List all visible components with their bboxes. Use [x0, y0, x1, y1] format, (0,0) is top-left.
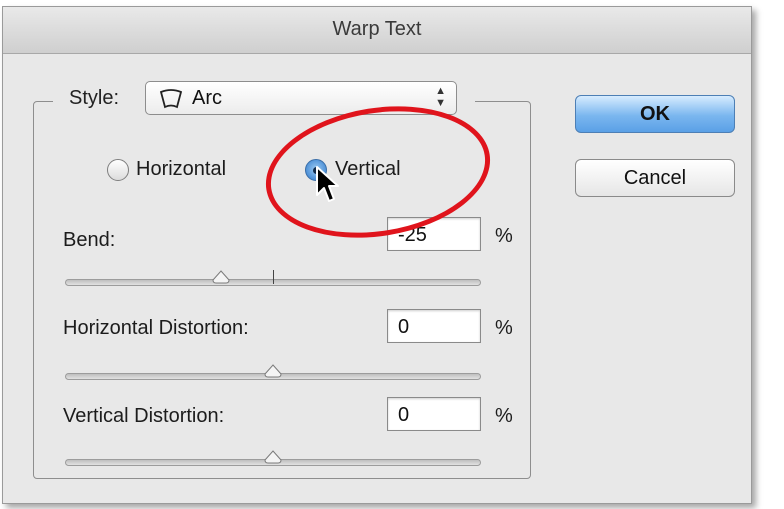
- horizontal-radio[interactable]: [107, 159, 129, 181]
- bend-unit: %: [495, 225, 513, 247]
- cancel-button[interactable]: Cancel: [575, 159, 735, 197]
- style-label: Style:: [65, 87, 124, 110]
- horizontal-distortion-input[interactable]: 0: [387, 309, 481, 343]
- title-bar[interactable]: Warp Text: [3, 7, 751, 54]
- bend-center-tick: [273, 270, 274, 284]
- ok-button[interactable]: OK: [575, 95, 735, 133]
- vertical-distortion-input[interactable]: 0: [387, 397, 481, 431]
- vertical-distortion-label: Vertical Distortion:: [63, 405, 225, 427]
- bend-label: Bend:: [63, 229, 116, 251]
- horizontal-radio-label[interactable]: Horizontal: [136, 158, 226, 181]
- warp-text-dialog: Warp Text Style: Arc ▲ ▼ Horizontal Verti…: [2, 6, 752, 504]
- bend-slider-thumb[interactable]: [212, 270, 230, 284]
- horizontal-distortion-unit: %: [495, 317, 513, 339]
- horizontal-distortion-slider-thumb[interactable]: [264, 364, 282, 378]
- updown-arrows-icon: ▲ ▼: [435, 85, 446, 109]
- horizontal-distortion-label: Horizontal Distortion:: [63, 317, 249, 339]
- vertical-distortion-unit: %: [495, 405, 513, 427]
- style-select-value: Arc: [192, 87, 222, 109]
- arc-warp-icon: [159, 89, 183, 109]
- mouse-pointer-icon: [316, 166, 339, 202]
- vertical-distortion-slider-thumb[interactable]: [264, 450, 282, 464]
- dialog-title: Warp Text: [332, 18, 422, 40]
